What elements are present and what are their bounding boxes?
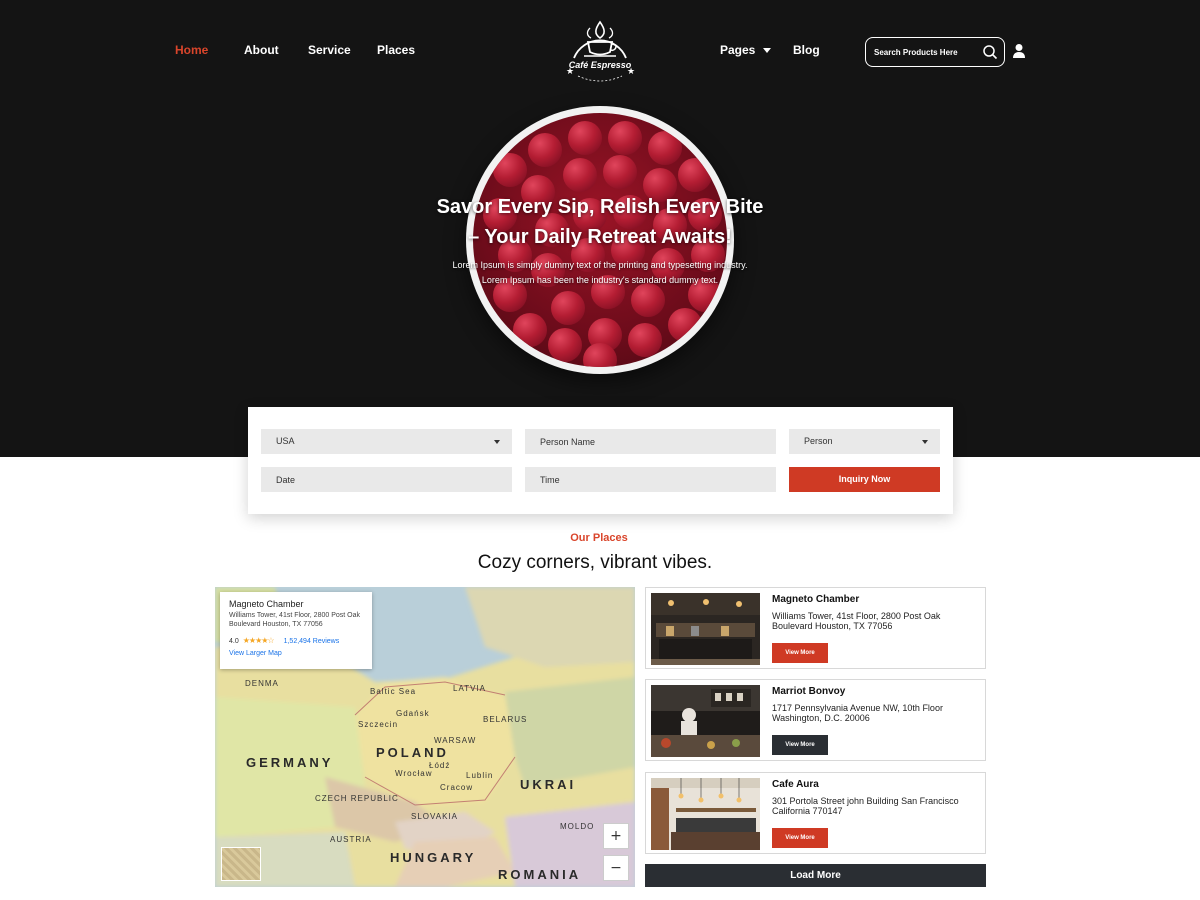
map-card-address: Williams Tower, 41st Floor, 2800 Post Oa… (229, 612, 360, 628)
place-image (651, 685, 760, 757)
hero-section: Home About Service Places ★ ★ Café Espre… (0, 0, 1200, 457)
map-card-rating-row: 4.0 ★★★★☆ 1,52,494 Reviews (229, 636, 363, 645)
map-label-wroclaw: Wrocław (395, 769, 433, 778)
map-satellite-toggle[interactable] (221, 847, 261, 881)
date-field-wrapper (261, 467, 512, 492)
date-field[interactable] (276, 467, 512, 492)
zoom-in-button[interactable]: + (603, 823, 629, 849)
zoom-out-button[interactable]: − (603, 855, 629, 881)
map-label-germany: GERMANY (246, 755, 334, 770)
view-larger-map-link[interactable]: View Larger Map (229, 650, 363, 657)
nav-pages[interactable]: Pages (720, 43, 771, 57)
raspberry (603, 155, 637, 189)
map-card-rating: 4.0 (229, 638, 239, 645)
person-select-value: Person (804, 436, 833, 446)
logo-text: Café Espresso (568, 60, 632, 70)
view-more-button[interactable]: View More (772, 828, 828, 848)
hero-subtitle: Lorem Ipsum is simply dummy text of the … (430, 258, 770, 288)
country-select-value: USA (276, 436, 295, 446)
map-widget[interactable]: Baltic Sea LATVIA DENMA Gdańsk Szczecin … (215, 587, 635, 887)
person-name-field[interactable] (540, 429, 776, 454)
map-label-czech: CZECH REPUBLIC (315, 794, 399, 803)
raspberry (563, 158, 597, 192)
user-icon[interactable] (1012, 43, 1026, 59)
nav-home[interactable]: Home (175, 43, 208, 57)
map-label-latvia: LATVIA (453, 684, 486, 693)
inquiry-form: USA Person Inquiry Now (248, 407, 953, 514)
place-name: Cafe Aura (772, 779, 819, 790)
map-card-reviews-link[interactable]: 1,52,494 Reviews (284, 638, 340, 645)
view-more-button[interactable]: View More (772, 643, 828, 663)
hero-subtitle-line-2: Lorem Ipsum has been the industry's stan… (481, 275, 719, 285)
map-label-szczecin: Szczecin (358, 720, 399, 729)
place-card: Magneto Chamber Williams Tower, 41st Flo… (645, 587, 986, 669)
chevron-down-icon (922, 440, 928, 444)
search-box (865, 37, 1005, 67)
country-select[interactable]: USA (261, 429, 512, 454)
star-rating-icon: ★★★★☆ (242, 636, 275, 645)
place-image (651, 593, 760, 665)
search-input[interactable] (874, 44, 979, 60)
map-card-title: Magneto Chamber (229, 599, 304, 609)
hero-title-line-1: Savor Every Sip, Relish Every Bite (436, 196, 764, 218)
place-name: Magneto Chamber (772, 594, 860, 605)
search-icon[interactable] (982, 44, 998, 60)
map-label-poland: POLAND (376, 745, 449, 760)
place-card: Cafe Aura 301 Portola Street john Buildi… (645, 772, 986, 854)
coffee-cup-logo-icon: ★ ★ (566, 20, 635, 82)
map-label-cracow: Cracow (440, 783, 474, 792)
view-more-button[interactable]: View More (772, 735, 828, 755)
place-name: Marriot Bonvoy (772, 686, 846, 697)
nav-about[interactable]: About (244, 43, 279, 57)
map-label-moldova: MOLDO (560, 822, 595, 831)
place-card: Marriot Bonvoy 1717 Pennsylvania Avenue … (645, 679, 986, 761)
nav-blog[interactable]: Blog (793, 43, 820, 57)
map-label-belarus: BELARUS (483, 715, 528, 724)
load-more-button[interactable]: Load More (645, 864, 986, 887)
map-label-baltic: Baltic Sea (370, 687, 417, 696)
nav-places[interactable]: Places (377, 43, 415, 57)
place-address: 301 Portola Street john Building San Fra… (772, 796, 959, 816)
person-name-field-wrapper (525, 429, 776, 454)
raspberry (513, 313, 547, 347)
raspberry (493, 153, 527, 187)
time-field-wrapper (525, 467, 776, 492)
raspberry (551, 291, 585, 325)
hero-subtitle-line-1: Lorem Ipsum is simply dummy text of the … (452, 260, 748, 270)
map-label-romania: ROMANIA (498, 867, 582, 882)
hero-title: Savor Every Sip, Relish Every Bite – You… (400, 192, 800, 252)
map-label-hungary: HUNGARY (390, 850, 477, 865)
section-kicker: Our Places (570, 532, 628, 544)
raspberry (608, 121, 642, 155)
place-address: Williams Tower, 41st Floor, 2800 Post Oa… (772, 611, 941, 631)
nav-service[interactable]: Service (308, 43, 351, 57)
nav-pages-label: Pages (720, 43, 756, 57)
chevron-down-icon (494, 440, 500, 444)
hero-title-line-2: – Your Daily Retreat Awaits! (468, 226, 732, 248)
place-image (651, 778, 760, 850)
cafe-logo[interactable]: ★ ★ Café Espresso (560, 14, 640, 88)
raspberry (668, 308, 702, 342)
map-label-austria: AUSTRIA (330, 835, 372, 844)
raspberry (648, 131, 682, 165)
raspberry (628, 323, 662, 357)
map-label-denmark: DENMA (245, 679, 279, 688)
map-label-gdansk: Gdańsk (396, 709, 430, 718)
raspberry (528, 133, 562, 167)
person-select[interactable]: Person (789, 429, 940, 454)
chevron-down-icon (762, 48, 771, 54)
raspberry (568, 121, 602, 155)
raspberry (631, 283, 665, 317)
time-field[interactable] (540, 467, 776, 492)
map-label-warsaw: WARSAW (434, 736, 477, 745)
place-address: 1717 Pennsylvania Avenue NW, 10th Floor … (772, 703, 943, 723)
section-title: Cozy corners, vibrant vibes. (477, 552, 713, 573)
raspberry (678, 158, 712, 192)
map-info-card: Magneto Chamber Williams Tower, 41st Flo… (220, 592, 372, 669)
inquiry-now-button[interactable]: Inquiry Now (789, 467, 940, 492)
map-label-lublin: Lublin (466, 771, 494, 780)
raspberry (548, 328, 582, 362)
map-label-slovakia: SLOVAKIA (411, 812, 458, 821)
map-label-ukraine: UKRAI (520, 777, 577, 792)
